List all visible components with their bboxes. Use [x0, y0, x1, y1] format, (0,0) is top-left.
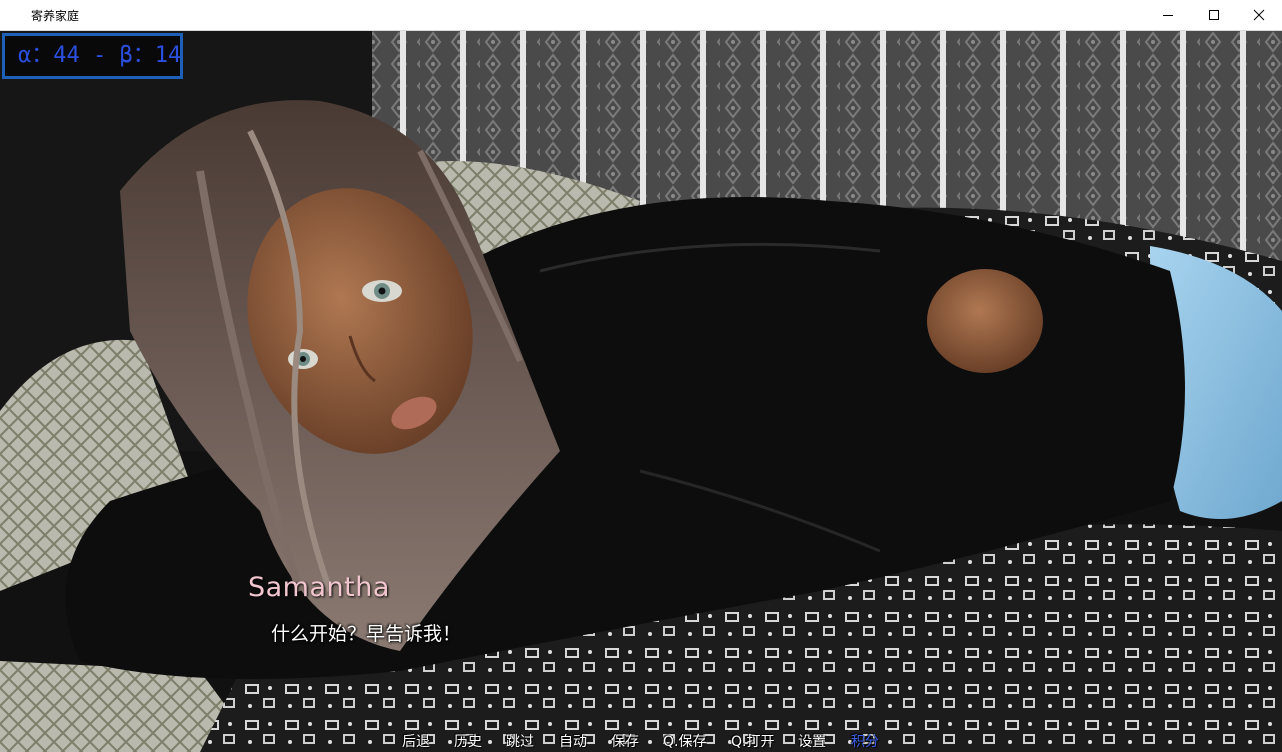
maximize-button[interactable]	[1191, 0, 1237, 30]
stats-counter: α：44 - β：14	[2, 33, 183, 79]
scene-illustration	[0, 31, 1282, 752]
window-title: 寄养家庭	[31, 9, 80, 23]
quick-menu-points[interactable]: 积分	[851, 731, 879, 751]
app-icon	[9, 8, 23, 23]
quick-menu-settings[interactable]: 设置	[798, 731, 826, 751]
quick-menu-auto[interactable]: 自动	[559, 731, 587, 751]
dialogue-text: 什么开始？早告诉我！	[271, 623, 462, 645]
close-button[interactable]	[1236, 0, 1282, 30]
close-icon	[1253, 9, 1265, 21]
quick-menu-save[interactable]: 保存	[611, 731, 639, 751]
quick-menu: 后退 历史 跳过 自动 保存 Q.保存 Q.打开 设置 积分	[0, 731, 1282, 751]
quick-menu-quick-save[interactable]: Q.保存	[663, 731, 706, 751]
speaker-name: Samantha	[248, 572, 390, 603]
quick-menu-skip[interactable]: 跳过	[506, 731, 534, 751]
minimize-button[interactable]	[1145, 0, 1191, 30]
maximize-icon	[1209, 10, 1219, 20]
minimize-icon	[1163, 15, 1173, 16]
title-bar: 寄养家庭	[0, 0, 1282, 31]
quick-menu-history[interactable]: 历史	[454, 731, 482, 751]
game-scene[interactable]	[0, 31, 1282, 752]
quick-menu-back[interactable]: 后退	[402, 731, 430, 751]
game-window: 寄养家庭 α：44 - β：14 Samantha 什么开始？早告诉我！ 后退 …	[0, 0, 1282, 752]
quick-menu-quick-load[interactable]: Q.打开	[731, 731, 774, 751]
